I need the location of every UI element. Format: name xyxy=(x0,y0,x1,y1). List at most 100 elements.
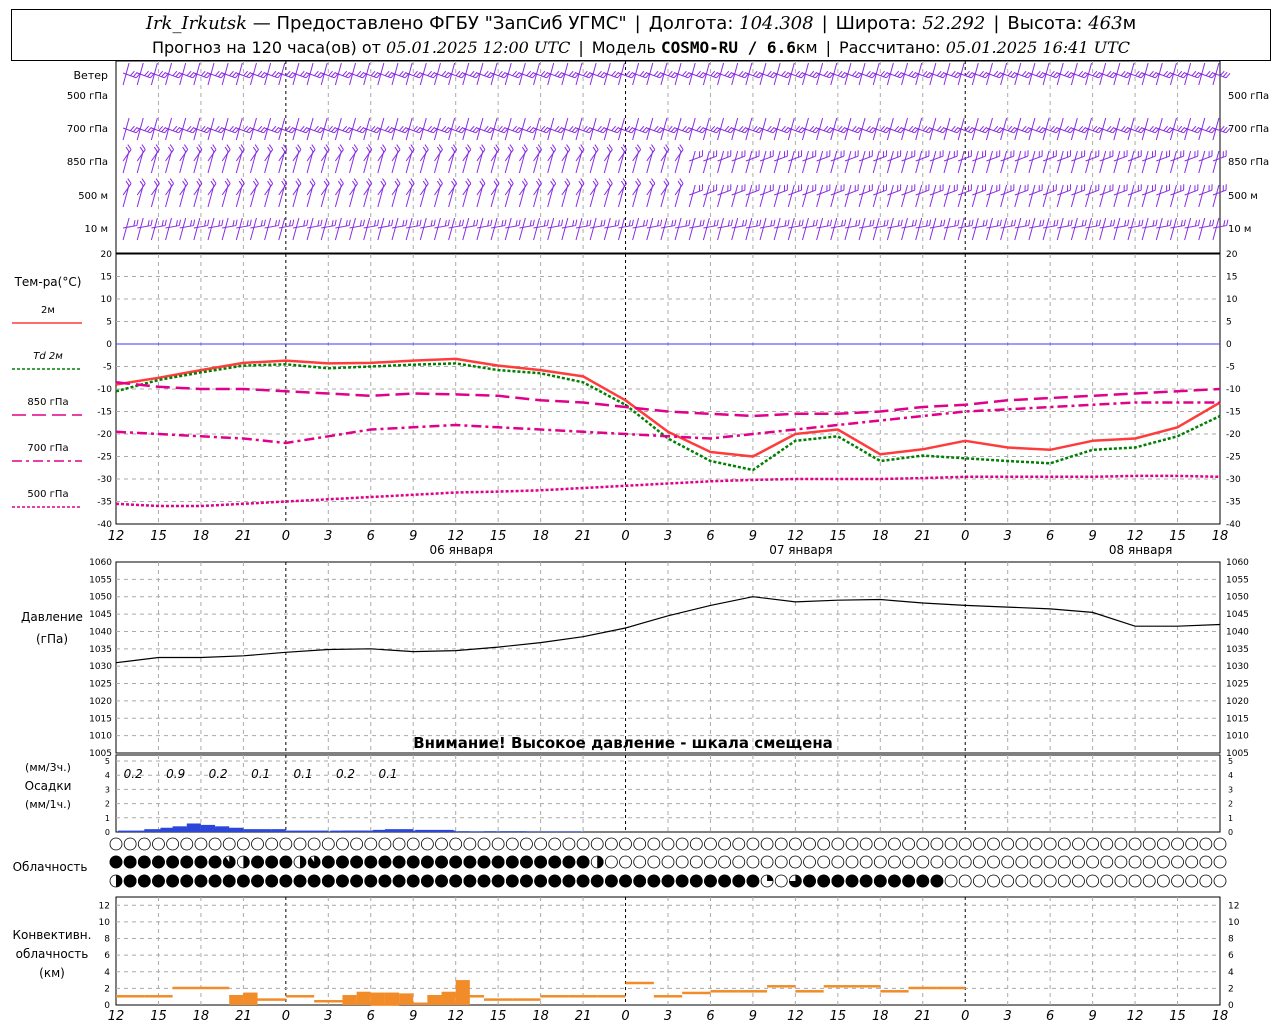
wind-barb-feather xyxy=(345,220,348,227)
cloud-symbol-fill xyxy=(562,874,576,888)
cloud-symbol xyxy=(1156,874,1170,888)
cloud-symbol xyxy=(774,855,788,869)
wind-barb xyxy=(1141,189,1156,196)
cloud-symbol-outline xyxy=(1072,874,1085,888)
precip-hourly-bar xyxy=(186,823,201,832)
x-tick-label: 6 xyxy=(706,529,714,544)
cloud-symbol-outline xyxy=(1100,874,1114,888)
cloud-symbol xyxy=(845,855,859,869)
wind-barb-feather xyxy=(844,219,847,226)
cloud-symbol xyxy=(350,855,364,869)
wind-barb-top xyxy=(1042,184,1050,208)
cloud-symbol xyxy=(293,855,307,869)
meteogram: Ветер500 гПа 500 гПа700 гПа 700 гПа850 гПа… xyxy=(12,60,1269,1024)
convective-ytick: 12 xyxy=(99,901,110,911)
wind-barb-feather xyxy=(359,71,365,78)
wind-barb-feather xyxy=(410,144,415,150)
wind-barb-feather xyxy=(217,126,223,133)
wind-barb xyxy=(1057,155,1071,162)
wind-barb-feather xyxy=(688,219,691,226)
wind-barb-feather xyxy=(724,70,730,77)
cloud-symbol xyxy=(350,874,364,888)
pressure-ytick-right: 1025 xyxy=(1226,680,1249,690)
wind-barb-feather xyxy=(1180,126,1186,133)
precip-3h-total: 0.1 xyxy=(378,767,397,781)
cloud-symbol xyxy=(859,837,873,851)
wind-barb xyxy=(915,225,930,229)
wind-barb-feather xyxy=(235,219,238,226)
wind-barb-feather xyxy=(546,219,549,226)
cloud-symbol-outline xyxy=(1072,855,1085,869)
wind-barb-top xyxy=(773,62,781,86)
cloud-symbol-outline xyxy=(1213,837,1227,851)
convective-bar xyxy=(172,986,201,990)
wind-barb-top xyxy=(165,117,173,141)
cloud-symbol-outline xyxy=(944,837,958,851)
wind-barb xyxy=(1113,189,1128,196)
wind-barb-feather xyxy=(1194,220,1198,227)
cloud-symbol xyxy=(1213,837,1227,851)
convective-column xyxy=(399,993,414,1005)
cloud-symbol xyxy=(435,855,448,869)
wind-barb-top xyxy=(1056,117,1064,141)
wind-barb-feather xyxy=(594,144,599,150)
cloud-symbol-outline xyxy=(1100,855,1114,869)
wind-barb-feather xyxy=(532,219,535,226)
wind-barb-top xyxy=(731,150,739,174)
wind-barb-feather xyxy=(523,178,528,184)
cloud-symbol-outline xyxy=(435,837,448,851)
wind-barb xyxy=(986,155,1000,162)
cloud-symbol xyxy=(1043,874,1057,888)
wind-barb-feather xyxy=(127,178,132,184)
wind-barb xyxy=(745,225,760,229)
wind-barb-top xyxy=(943,184,951,208)
cloud-symbol-fill xyxy=(704,874,717,888)
precip-hourly-bar xyxy=(300,830,315,832)
cloud-symbol xyxy=(732,837,746,851)
wind-barb-feather xyxy=(968,71,973,78)
wind-barb-feather xyxy=(356,125,362,132)
wind-barb-top xyxy=(589,117,597,141)
cloud-symbol xyxy=(491,874,505,888)
wind-barb xyxy=(1057,189,1071,196)
cloud-symbol-outline xyxy=(534,837,548,851)
wind-barb-feather xyxy=(405,219,408,226)
cloud-symbol xyxy=(746,874,760,888)
wind-barb-feather xyxy=(1050,125,1055,132)
wind-barb-top xyxy=(745,184,753,208)
cloud-symbol xyxy=(774,874,788,888)
wind-barb-feather xyxy=(657,220,660,227)
cloud-symbol-outline xyxy=(718,837,732,851)
wind-barb-feather xyxy=(671,220,674,227)
cloud-symbol-fill xyxy=(123,874,137,888)
wind-barb-top xyxy=(1070,62,1078,86)
wind-barb-feather xyxy=(1024,126,1030,133)
wind-barb-feather xyxy=(133,220,136,227)
x-tick-label-bottom: 18 xyxy=(532,1009,549,1024)
wind-barb-feather xyxy=(716,219,719,226)
wind-barb-feather xyxy=(1010,220,1014,227)
cloud-symbol xyxy=(1057,855,1071,869)
x-tick-label: 0 xyxy=(621,529,629,544)
cloud-symbol-outline xyxy=(1057,874,1071,888)
cloud-symbol-fill xyxy=(208,855,222,869)
wind-barb-feather xyxy=(854,71,860,78)
cloud-symbol-outline xyxy=(208,837,222,851)
wind-barb-feather xyxy=(384,125,390,132)
cloud-symbol xyxy=(718,874,732,888)
wind-barb-feather xyxy=(413,125,418,132)
pressure-ytick: 1020 xyxy=(89,697,112,707)
x-tick-label: 9 xyxy=(749,529,757,544)
cloud-symbol-outline xyxy=(987,855,1000,869)
cloud-symbol-outline xyxy=(817,837,831,851)
wind-barb-feather xyxy=(424,178,429,184)
cloud-symbol xyxy=(803,855,816,869)
wind-barb-feather xyxy=(1152,220,1155,227)
wind-level-label-right: 500 м xyxy=(1228,191,1258,202)
cloud-symbol xyxy=(732,874,746,888)
wind-barb-feather xyxy=(356,70,362,77)
wind-barb-feather xyxy=(147,126,152,133)
precip-ytick: 2 xyxy=(105,800,110,809)
x-tick-label: 12 xyxy=(787,529,804,544)
wind-barb-top xyxy=(150,62,158,86)
